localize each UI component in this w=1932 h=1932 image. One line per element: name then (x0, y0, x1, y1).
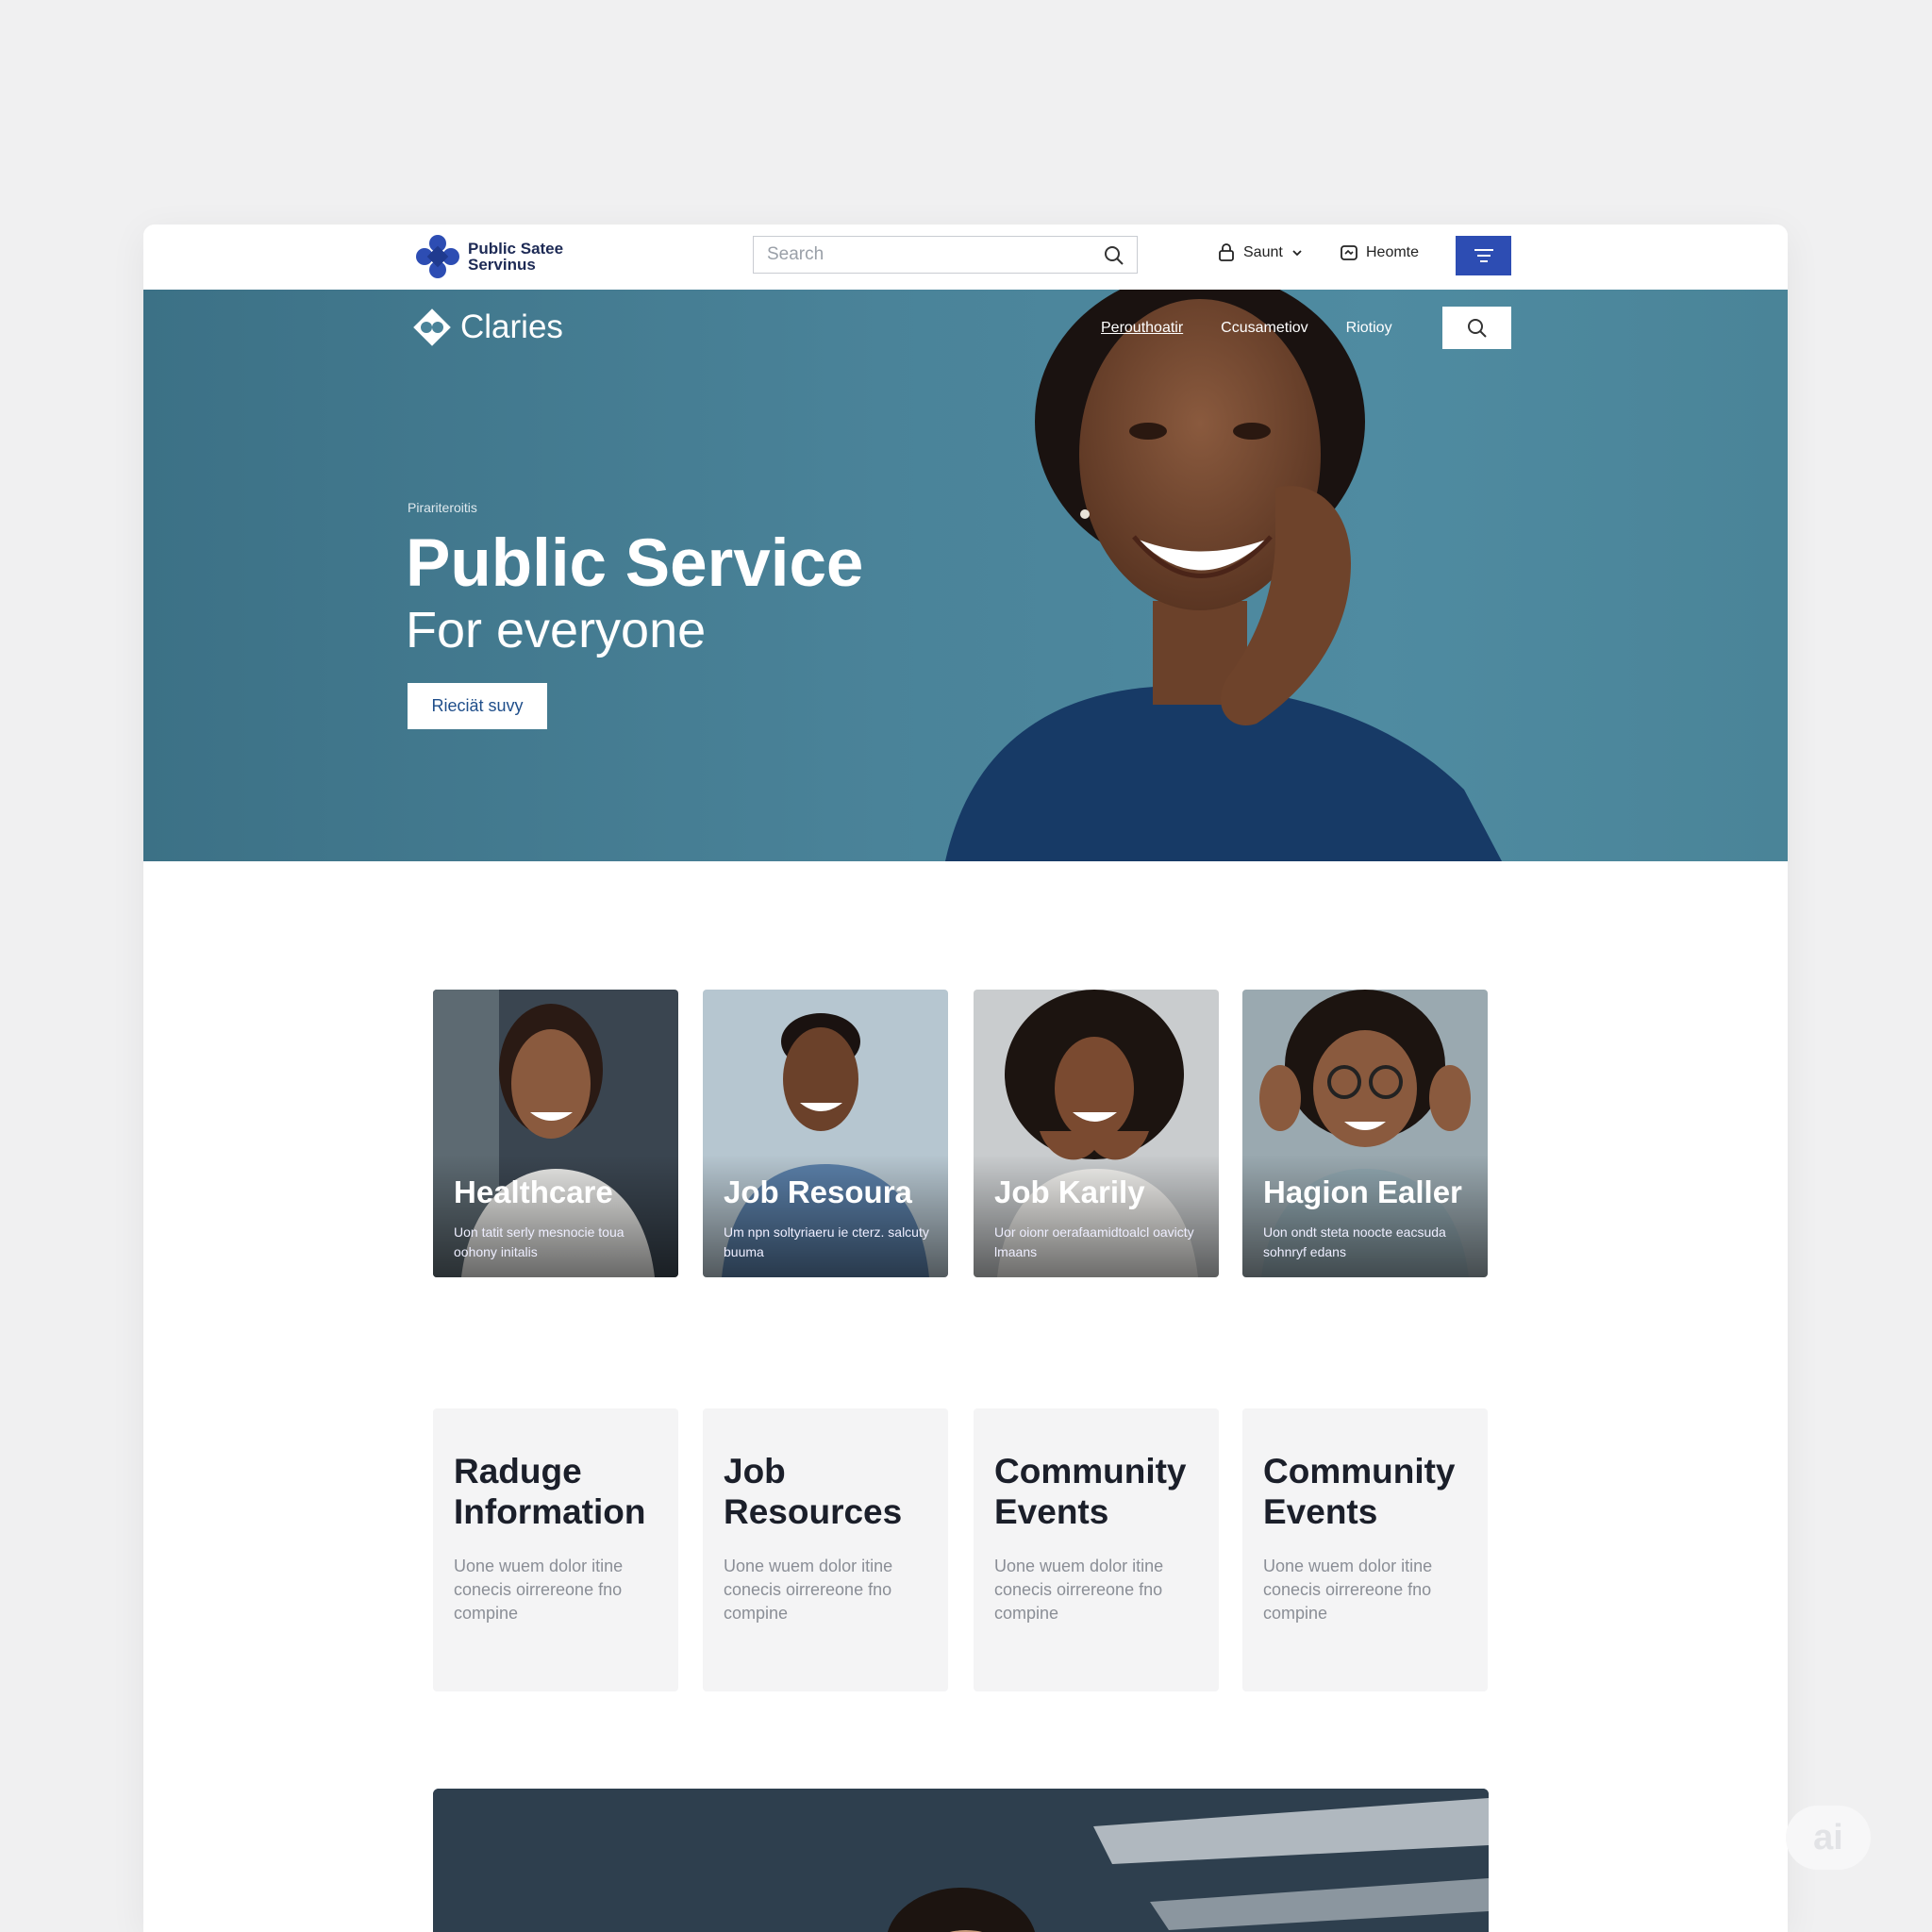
chevron-down-icon (1292, 250, 1302, 257)
search-input[interactable] (754, 237, 1101, 273)
home-icon (1341, 245, 1357, 260)
card-description: Uon tatit serly mesnocie toua oohony ini… (454, 1224, 625, 1259)
nav-item-3[interactable]: Riotioy (1346, 320, 1392, 337)
card-title: Healthcare (454, 1174, 613, 1209)
hero-eyebrow: Pirariteroitis (408, 500, 477, 515)
account-label: Saunt (1243, 244, 1283, 260)
info-card-job-resources[interactable]: Job Resources Uone wuem dolor itine cone… (703, 1408, 948, 1691)
menu-button[interactable] (1456, 236, 1511, 275)
hero-logo-icon (413, 308, 451, 346)
brand-name-line1: Public Satee (468, 240, 564, 258)
ai-badge: ai (1786, 1806, 1871, 1870)
brand-mark-icon (416, 235, 459, 278)
nav-item-2[interactable]: Ccusametiov (1221, 320, 1307, 337)
card-title: Job Resoura (724, 1174, 912, 1209)
card-description: Um npn soltyriaeru ie cterz. salcuty buu… (724, 1224, 929, 1259)
hero-search-button[interactable] (1442, 307, 1511, 349)
hero-logo-text: Claries (460, 308, 563, 345)
banner-photo (433, 1789, 1489, 1932)
hero-logo[interactable]: Claries (409, 305, 563, 350)
info-card-raduge-information[interactable]: Raduge Information Uone wuem dolor itine… (433, 1408, 678, 1691)
lock-icon (1219, 243, 1234, 261)
card-title: Hagion Ealler (1263, 1174, 1462, 1209)
info-card-title: Community Events (994, 1452, 1187, 1531)
account-menu[interactable]: Saunt (1217, 243, 1304, 262)
search-icon (1467, 318, 1487, 338)
card-title: Job Karily (994, 1174, 1145, 1209)
hero-section: Claries Perouthoatir Ccusametiov Riotioy… (143, 290, 1788, 861)
info-card-title: Raduge Information (454, 1452, 646, 1531)
brand-name-line2: Servinus (468, 256, 536, 274)
search-icon[interactable] (1103, 244, 1125, 267)
home-label: Heomte (1366, 244, 1420, 260)
photo-card-hagion-ealler[interactable]: Hagion Ealler Uon ondt steta noocte eacs… (1242, 990, 1488, 1277)
browser-page: Public Satee Servinus Saunt (143, 225, 1788, 1932)
info-card-title: Community Events (1263, 1452, 1456, 1531)
photo-card-healthcare[interactable]: Healthcare Uon tatit serly mesnocie toua… (433, 990, 678, 1277)
info-card-description: Uone wuem dolor itine conecis oirrereone… (994, 1557, 1164, 1623)
info-card-community-events[interactable]: Community Events Uone wuem dolor itine c… (974, 1408, 1219, 1691)
info-card-description: Uone wuem dolor itine conecis oirrereone… (1263, 1557, 1433, 1623)
hero-portrait-image (945, 290, 1502, 861)
card-description: Uon ondt steta noocte eacsuda sohnryf ed… (1263, 1224, 1446, 1259)
info-card-title: Job Resources (724, 1452, 903, 1531)
search-box (753, 236, 1138, 274)
hero-cta-button[interactable]: Rieciät suvy (408, 683, 547, 729)
card-description: Uor oionr oerafaamidtoalcl oavicty lmaan… (994, 1224, 1194, 1259)
hero-nav: Perouthoatir Ccusametiov Riotioy (1101, 320, 1392, 337)
info-card-description: Uone wuem dolor itine conecis oirrereone… (724, 1557, 893, 1623)
photo-card-job-karily[interactable]: Job Karily Uor oionr oerafaamidtoalcl oa… (974, 990, 1219, 1277)
home-link[interactable]: Heomte (1340, 243, 1419, 262)
hero-subtitle: For everyone (406, 602, 707, 658)
info-card-community-events-2[interactable]: Community Events Uone wuem dolor itine c… (1242, 1408, 1488, 1691)
photo-card-job-resources[interactable]: Job Resoura Um npn soltyriaeru ie cterz.… (703, 990, 948, 1277)
info-card-description: Uone wuem dolor itine conecis oirrereone… (454, 1557, 624, 1623)
top-utility-bar: Public Satee Servinus Saunt (143, 225, 1788, 290)
hamburger-icon (1474, 249, 1493, 262)
nav-item-1[interactable]: Perouthoatir (1101, 320, 1183, 337)
brand-logo[interactable]: Public Satee Servinus (413, 232, 563, 281)
bottom-banner-image (433, 1789, 1489, 1932)
hero-title: Public Service (406, 526, 864, 601)
